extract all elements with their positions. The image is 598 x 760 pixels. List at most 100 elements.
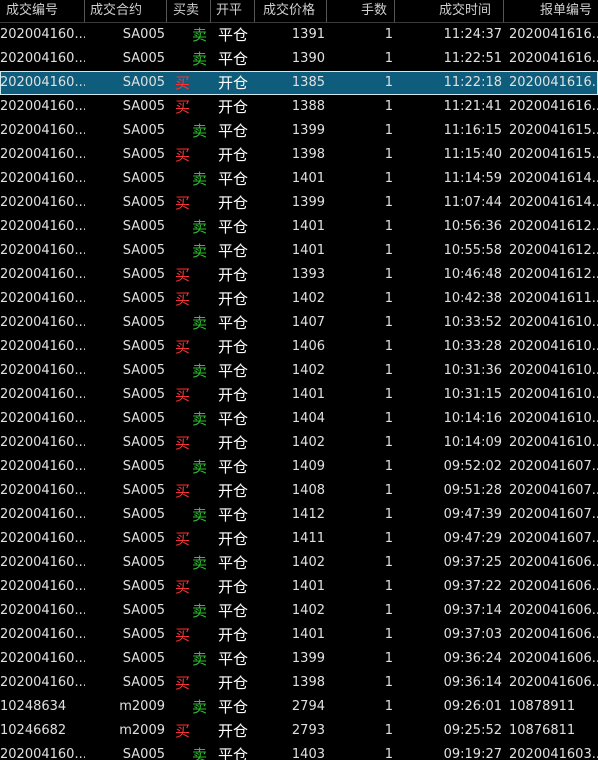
table-row[interactable]: 202004160... SA005 卖平仓 1404 1 10:14:16 2020041… <box>0 407 598 431</box>
trade-id-cell: 202004160... <box>0 219 85 234</box>
trade-id-cell: 202004160... <box>0 339 85 354</box>
header-quantity[interactable]: 手数 <box>327 0 395 22</box>
open-close-cell: 开仓 <box>218 674 249 692</box>
table-row[interactable]: 10246682 m2009 买 开仓 2793 1 09:25:52 10876811 <box>0 719 598 743</box>
table-row[interactable]: 202004160... SA005 买 开仓 1411 1 09:47:29 2020041… <box>0 527 598 551</box>
trade-time-cell: 09:37:25 <box>443 555 502 570</box>
table-row[interactable]: 202004160... SA005 卖平仓 1399 1 09:36:24 2020041… <box>0 647 598 671</box>
header-open-close[interactable]: 开平 <box>211 0 255 22</box>
price-cell: 1402 <box>291 363 325 378</box>
trade-id-cell: 202004160... <box>0 459 85 474</box>
buy-sell-cell: 卖 <box>192 26 208 44</box>
table-row[interactable]: 202004160... SA005 买 开仓 1401 1 10:31:15 2020041… <box>0 383 598 407</box>
open-close-cell: 平仓 <box>218 122 249 140</box>
trade-time-cell: 11:14:59 <box>443 171 502 186</box>
table-row[interactable]: 202004160... SA005 买 开仓 1401 1 09:37:22 2020041… <box>0 575 598 599</box>
order-id-cell: 2020041610... <box>509 363 598 378</box>
open-close-cell: 平仓 <box>218 746 249 760</box>
table-row[interactable]: 202004160... SA005 卖平仓 1391 1 11:24:37 2020041… <box>0 23 598 47</box>
table-row[interactable]: 202004160... SA005 卖平仓 1402 1 09:37:25 2020041… <box>0 551 598 575</box>
contract-cell: SA005 <box>122 603 165 618</box>
header-trade-id[interactable]: 成交编号 <box>0 0 85 22</box>
buy-sell-cell: 卖 <box>192 314 208 332</box>
trade-time-cell: 09:19:27 <box>443 747 502 760</box>
order-id-cell: 2020041610... <box>509 411 598 426</box>
contract-cell: SA005 <box>122 531 165 546</box>
trade-id-cell: 202004160... <box>0 747 85 760</box>
contract-cell: SA005 <box>122 555 165 570</box>
header-order-id[interactable]: 报单编号 <box>504 0 598 22</box>
trade-time-cell: 10:14:16 <box>443 411 502 426</box>
trade-time-cell: 09:26:01 <box>443 699 502 714</box>
trade-id-cell: 202004160... <box>0 531 85 546</box>
table-row[interactable]: 202004160... SA005 买 开仓 1388 1 11:21:41 2020041… <box>0 95 598 119</box>
table-row[interactable]: 202004160... SA005 卖平仓 1402 1 10:31:36 2020041… <box>0 359 598 383</box>
buy-sell-cell: 卖 <box>192 218 208 236</box>
contract-cell: SA005 <box>122 99 165 114</box>
table-row[interactable]: 202004160... SA005 买 开仓 1401 1 09:37:03 2020041… <box>0 623 598 647</box>
contract-cell: SA005 <box>122 675 165 690</box>
table-row[interactable]: 202004160... SA005 买 开仓 1393 1 10:46:48 2020041… <box>0 263 598 287</box>
quantity-cell: 1 <box>384 747 393 760</box>
table-row[interactable]: 10248634 m2009 卖平仓 2794 1 09:26:01 10878911 <box>0 695 598 719</box>
table-row[interactable]: 202004160... SA005 卖平仓 1409 1 09:52:02 2020041… <box>0 455 598 479</box>
order-id-cell: 10878911 <box>509 699 576 714</box>
trade-id-cell: 202004160... <box>0 387 85 402</box>
open-close-cell: 开仓 <box>218 722 249 740</box>
table-row[interactable]: 202004160... SA005 买 开仓 1398 1 09:36:14 2020041… <box>0 671 598 695</box>
table-row[interactable]: 202004160... SA005 卖平仓 1401 1 11:14:59 2020041… <box>0 167 598 191</box>
table-row[interactable]: 202004160... SA005 卖平仓 1401 1 10:56:36 2020041… <box>0 215 598 239</box>
table-row[interactable]: 202004160... SA005 卖平仓 1399 1 11:16:15 2020041… <box>0 119 598 143</box>
contract-cell: SA005 <box>122 387 165 402</box>
table-row[interactable]: 202004160... SA005 买 开仓 1399 1 11:07:44 2020041… <box>0 191 598 215</box>
buy-sell-cell: 买 <box>175 722 191 740</box>
contract-cell: SA005 <box>122 483 165 498</box>
quantity-cell: 1 <box>384 675 393 690</box>
buy-sell-cell: 卖 <box>192 50 208 68</box>
contract-cell: m2009 <box>119 723 165 738</box>
table-row[interactable]: 202004160... SA005 买 开仓 1408 1 09:51:28 2020041… <box>0 479 598 503</box>
table-row[interactable]: 202004160... SA005 卖平仓 1403 1 09:19:27 2020041… <box>0 743 598 760</box>
price-cell: 1401 <box>291 243 325 258</box>
table-row[interactable]: 202004160... SA005 买 开仓 1402 1 10:14:09 2020041… <box>0 431 598 455</box>
table-row[interactable]: 202004160... SA005 买 开仓 1406 1 10:33:28 2020041… <box>0 335 598 359</box>
table-row[interactable]: 202004160... SA005 卖平仓 1390 1 11:22:51 2020041… <box>0 47 598 71</box>
quantity-cell: 1 <box>384 651 393 666</box>
table-row[interactable]: 202004160... SA005 买 开仓 1398 1 11:15:40 2020041… <box>0 143 598 167</box>
open-close-cell: 开仓 <box>218 290 249 308</box>
quantity-cell: 1 <box>384 723 393 738</box>
trade-id-cell: 202004160... <box>0 147 85 162</box>
table-row[interactable]: 202004160... SA005 买 开仓 1402 1 10:42:38 2020041… <box>0 287 598 311</box>
table-row[interactable]: 202004160... SA005 卖平仓 1401 1 10:55:58 2020041… <box>0 239 598 263</box>
quantity-cell: 1 <box>384 483 393 498</box>
open-close-cell: 开仓 <box>218 386 249 404</box>
header-buy-sell[interactable]: 买卖 <box>167 0 211 22</box>
trade-id-cell: 202004160... <box>0 483 85 498</box>
contract-cell: SA005 <box>122 627 165 642</box>
quantity-cell: 1 <box>384 99 393 114</box>
table-row[interactable]: 202004160... SA005 卖平仓 1412 1 09:47:39 2020041… <box>0 503 598 527</box>
order-id-cell: 2020041607... <box>509 531 598 546</box>
trade-time-cell: 09:47:39 <box>443 507 502 522</box>
trade-id-cell: 202004160... <box>0 435 85 450</box>
quantity-cell: 1 <box>384 579 393 594</box>
open-close-cell: 开仓 <box>218 578 249 596</box>
trade-id-cell: 202004160... <box>0 267 85 282</box>
order-id-cell: 2020041607... <box>509 459 598 474</box>
trade-id-cell: 202004160... <box>0 123 85 138</box>
quantity-cell: 1 <box>384 531 393 546</box>
buy-sell-cell: 卖 <box>192 242 208 260</box>
table-row[interactable]: 202004160... SA005 买 开仓 1385 1 11:22:18 2020041… <box>0 71 598 95</box>
open-close-cell: 平仓 <box>218 506 249 524</box>
table-row[interactable]: 202004160... SA005 卖平仓 1407 1 10:33:52 2020041… <box>0 311 598 335</box>
open-close-cell: 开仓 <box>218 98 249 116</box>
trade-time-cell: 10:42:38 <box>443 291 502 306</box>
open-close-cell: 平仓 <box>218 242 249 260</box>
price-cell: 1399 <box>291 195 325 210</box>
open-close-cell: 平仓 <box>218 554 249 572</box>
header-price[interactable]: 成交价格 <box>255 0 327 22</box>
table-row[interactable]: 202004160... SA005 卖平仓 1402 1 09:37:14 2020041… <box>0 599 598 623</box>
header-contract[interactable]: 成交合约 <box>85 0 167 22</box>
header-trade-time[interactable]: 成交时间 <box>395 0 504 22</box>
open-close-cell: 开仓 <box>218 626 249 644</box>
